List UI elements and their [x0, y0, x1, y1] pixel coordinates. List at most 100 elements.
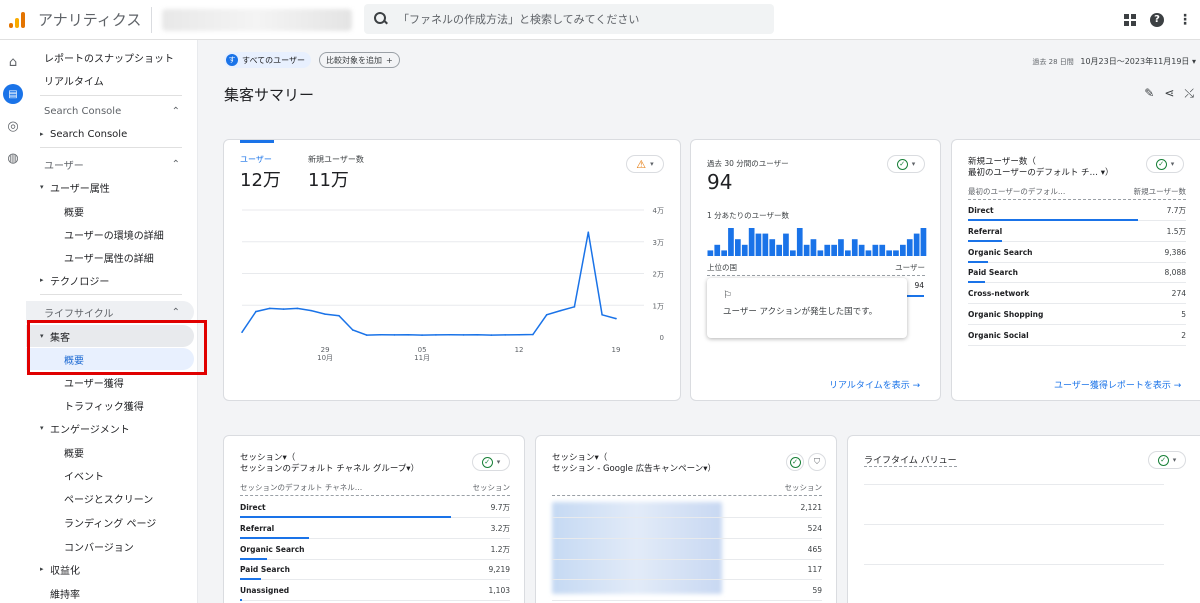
card-title-line: セッション▾（	[552, 453, 608, 463]
channel-name: Paid Search	[968, 268, 1018, 278]
sidebar-item-env-detail[interactable]: ユーザーの環境の詳細	[26, 223, 194, 245]
active-metric-indicator	[240, 140, 274, 143]
sidebar-item-retention[interactable]: 維持率	[26, 582, 194, 603]
table-row[interactable]: Paid Search 9,219	[240, 560, 510, 581]
bar	[851, 239, 858, 256]
table-row[interactable]: Organic Shopping 5	[968, 305, 1186, 325]
sidebar-item-realtime[interactable]: リアルタイム	[26, 69, 194, 91]
view-realtime-label: リアルタイムを表示	[829, 381, 910, 391]
sidebar-item-events[interactable]: イベント	[26, 464, 194, 486]
date-range-value: 10月23日～2023年11月19日	[1080, 57, 1190, 66]
table-header: セッション	[552, 482, 822, 496]
sidebar-item-user-attributes[interactable]: ▾ ユーザー属性	[26, 176, 194, 198]
chevron-up-icon: ⌃	[171, 306, 180, 318]
card-title[interactable]: ライフタイム バリュー	[864, 453, 957, 467]
data-point	[587, 231, 590, 234]
data-point	[393, 334, 396, 336]
table-row[interactable]: 2,121	[552, 498, 822, 518]
sidebar-item-label: ユーザー属性	[50, 183, 110, 195]
table-row[interactable]: 117	[552, 560, 822, 581]
table-row[interactable]: 465	[552, 540, 822, 560]
table-row[interactable]: Direct 7.7万	[968, 201, 1186, 221]
row-bar	[240, 536, 310, 539]
card-title[interactable]: セッション▾（ セッションのデフォルト チャネル グループ▾）	[240, 453, 419, 475]
card-title[interactable]: 新規ユーザー数（ 最初のユーザーのデフォルト チ… ▾）	[968, 157, 1114, 179]
advertising-icon[interactable]: ◍	[3, 148, 23, 168]
sidebar-item-technology[interactable]: ▸ テクノロジー	[26, 269, 194, 291]
data-quality-dropdown[interactable]: ✓ ▾	[472, 453, 510, 471]
table-row[interactable]: Organic Search 9,386	[968, 243, 1186, 263]
data-quality-button[interactable]: ✓	[786, 453, 804, 471]
sidebar-item-search-console[interactable]: ▸ Search Console	[26, 123, 194, 145]
share-icon[interactable]: ⋖	[1164, 86, 1174, 101]
table-row[interactable]: Organic Social 2	[968, 326, 1186, 346]
channel-name: Cross-network	[968, 289, 1030, 299]
channel-name: Organic Shopping	[968, 310, 1044, 319]
sidebar-item-overview[interactable]: 概要	[26, 200, 194, 222]
country-table-header: 上位の国 ユーザー	[707, 262, 925, 276]
home-icon[interactable]: ⌂	[3, 52, 23, 72]
metric-label-users[interactable]: ユーザー	[240, 154, 272, 165]
channel-name: Direct	[240, 503, 266, 512]
divider	[151, 6, 153, 33]
view-realtime-link[interactable]: リアルタイムを表示 →	[829, 378, 920, 391]
sidebar-item-monetization[interactable]: ▸ 収益化	[26, 558, 194, 580]
sidebar-item-engagement[interactable]: ▾ エンゲージメント	[26, 417, 194, 439]
sidebar-item-pages-screens[interactable]: ページとスクリーン	[26, 487, 194, 509]
table-row[interactable]: Referral 3.2万	[240, 519, 510, 539]
add-comparison-button[interactable]: 比較対象を追加 +	[318, 52, 400, 68]
expand-arrow-icon: ▸	[40, 276, 44, 284]
sidebar-section-user[interactable]: ユーザー ⌃	[26, 153, 194, 175]
sidebar-item-snapshot[interactable]: レポートのスナップショット	[26, 46, 194, 68]
data-quality-dropdown[interactable]: ✓ ▾	[1146, 155, 1184, 173]
data-quality-dropdown[interactable]: ✓ ▾	[1148, 451, 1186, 469]
sidebar-item-engagement-overview[interactable]: 概要	[26, 441, 194, 463]
account-selector[interactable]	[162, 8, 353, 31]
reports-icon[interactable]: ▤	[3, 84, 23, 104]
card-title[interactable]: セッション▾（ セッション - Google 広告キャンペーン▾）	[552, 453, 716, 475]
table-row[interactable]: 524	[552, 519, 822, 539]
metric-label-new-users[interactable]: 新規ユーザー数	[308, 154, 364, 165]
row-bar	[968, 239, 1002, 242]
sidebar-item-conversions[interactable]: コンバージョン	[26, 535, 194, 557]
view-user-acquisition-link[interactable]: ユーザー獲得レポートを表示 →	[1054, 378, 1181, 391]
row-value: 2	[1181, 330, 1186, 340]
table-row[interactable]: Organic Search 1.2万	[240, 540, 510, 560]
table-row[interactable]: Direct 9.7万	[240, 498, 510, 518]
sidebar-item-attr-detail[interactable]: ユーザー属性の詳細	[26, 246, 194, 268]
analytics-logo-icon[interactable]	[6, 8, 30, 32]
insights-icon[interactable]: ⤯	[1184, 86, 1194, 101]
data-point	[365, 334, 368, 336]
data-quality-dropdown[interactable]: ✓ ▾	[887, 155, 925, 173]
table-row[interactable]: Referral 1.5万	[968, 222, 1186, 242]
sidebar-item-traffic-acquisition[interactable]: トラフィック獲得	[26, 394, 194, 416]
new-users-card: 新規ユーザー数（ 最初のユーザーのデフォルト チ… ▾） ✓ ▾ 最初のユーザー…	[951, 139, 1200, 401]
flag-icon: ⚐	[723, 290, 732, 301]
sidebar-item-label: Search Console	[50, 128, 128, 140]
data-point	[615, 317, 617, 320]
sidebar-item-landing-page[interactable]: ランディング ページ	[26, 511, 194, 533]
sidebar-section-search-console[interactable]: Search Console ⌃	[26, 100, 194, 122]
date-range-picker[interactable]: 過去 28 日間 10月23日～2023年11月19日 ▾	[1032, 56, 1196, 67]
search-bar[interactable]: 「ファネルの作成方法」と検索してみてください	[364, 4, 774, 34]
table-row[interactable]: 59	[552, 581, 822, 602]
realtime-value: 94	[707, 170, 733, 194]
table-row[interactable]: Cross-network 274	[968, 284, 1186, 305]
y-tick-label: 3万	[653, 239, 664, 247]
section-label: ライフサイクル	[44, 308, 114, 320]
edit-icon[interactable]: ✎	[1144, 86, 1154, 101]
apps-grid-icon[interactable]	[1124, 14, 1136, 26]
data-point	[435, 334, 437, 336]
help-icon[interactable]: ?	[1150, 13, 1164, 27]
row-bar	[968, 260, 989, 263]
row-value: 7.7万	[1166, 206, 1186, 215]
explore-icon[interactable]: ◎	[3, 116, 23, 136]
top-bar: アナリティクス 「ファネルの作成方法」と検索してみてください ? ⋮	[0, 0, 1200, 40]
bar	[865, 250, 872, 256]
table-row[interactable]: Unassigned 1,103	[240, 581, 510, 602]
filter-button[interactable]: ⛉	[808, 453, 826, 471]
data-quality-dropdown[interactable]: ⚠ ▾	[626, 155, 664, 173]
table-row[interactable]: Paid Search 8,088	[968, 263, 1186, 284]
segment-chip[interactable]: す すべてのユーザー	[224, 52, 311, 68]
more-vert-icon[interactable]: ⋮	[1178, 12, 1192, 28]
